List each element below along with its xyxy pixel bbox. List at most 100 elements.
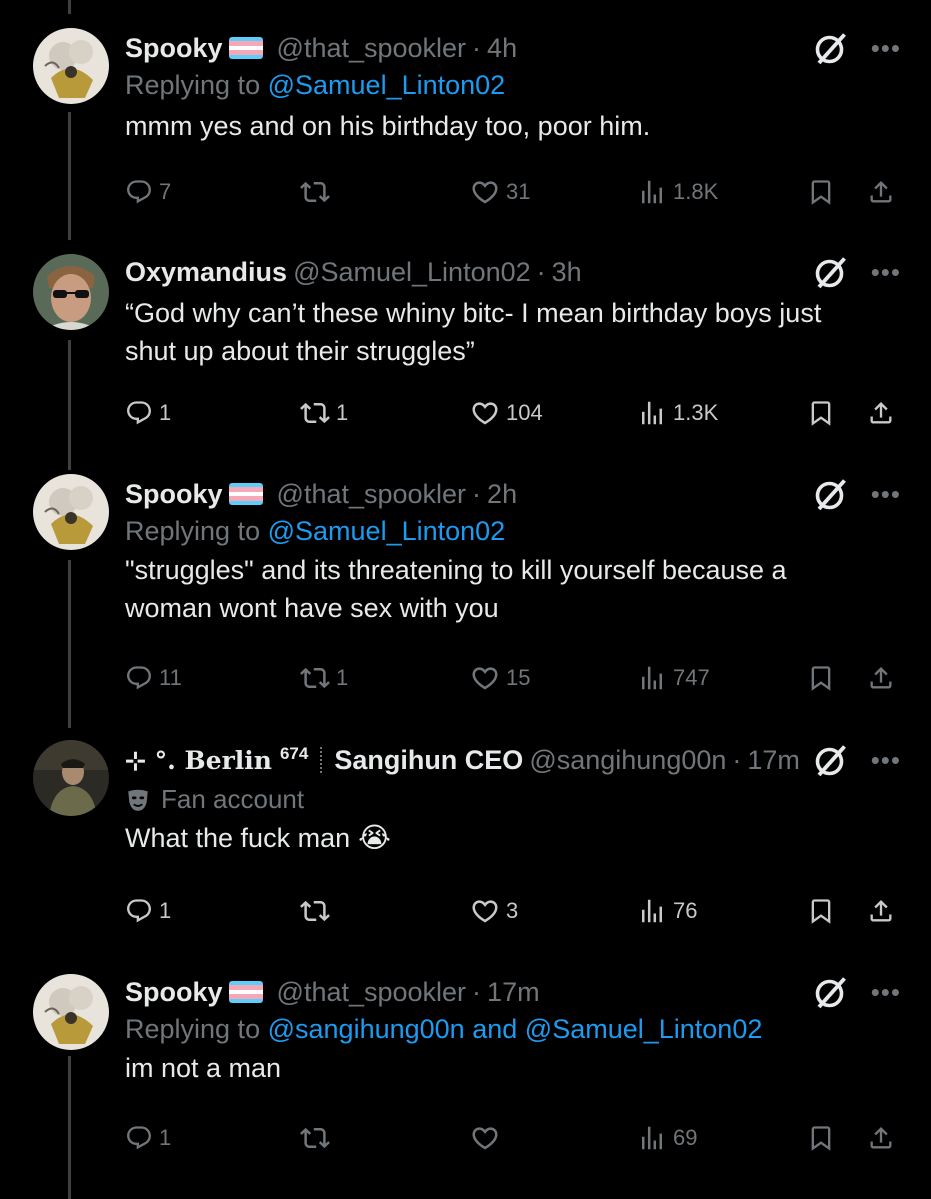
crying-face-emoji: 😭 bbox=[358, 822, 391, 853]
mention-link[interactable]: @Samuel_Linton02 bbox=[268, 516, 506, 546]
like-count: 31 bbox=[506, 179, 531, 204]
tweet-text: “God why can’t these whiny bitc- I mean … bbox=[125, 294, 901, 370]
avatar-image bbox=[33, 254, 109, 330]
bookmark-button[interactable] bbox=[807, 1118, 835, 1158]
display-name[interactable]: Spooky bbox=[125, 33, 223, 64]
views-button[interactable]: 1.8K bbox=[637, 172, 718, 212]
bookmark-button[interactable] bbox=[807, 393, 835, 433]
replying-to-and: and bbox=[472, 1014, 518, 1044]
display-name[interactable]: Sangihun CEO bbox=[334, 745, 523, 776]
grok-icon[interactable] bbox=[813, 30, 849, 66]
avatar-image bbox=[33, 740, 109, 816]
replying-to: Replying to @sangihung00n and @Samuel_Li… bbox=[125, 1014, 901, 1045]
handle[interactable]: @sangihung00n bbox=[529, 745, 726, 776]
handle[interactable]: @that_spookler bbox=[277, 977, 467, 1008]
avatar[interactable] bbox=[33, 474, 109, 550]
views-button[interactable]: 76 bbox=[637, 891, 697, 931]
like-count: 3 bbox=[506, 898, 519, 923]
display-name-prefix[interactable]: ⊹ °. Berlin bbox=[125, 746, 272, 775]
tweet[interactable]: Spooky @that_spookler · 4h ••• Replying … bbox=[0, 0, 931, 240]
views-button[interactable]: 1.3K bbox=[637, 393, 718, 433]
separator-dot: · bbox=[732, 744, 742, 775]
grok-icon[interactable] bbox=[813, 476, 849, 512]
tweet[interactable]: Spooky @that_spookler · 2h ••• Replying … bbox=[0, 470, 931, 730]
display-name[interactable]: Spooky bbox=[125, 479, 223, 510]
share-button[interactable] bbox=[867, 393, 895, 433]
reply-count: 1 bbox=[159, 400, 172, 425]
reply-button[interactable]: 1 bbox=[125, 393, 171, 433]
trans-flag-icon bbox=[228, 981, 263, 1003]
retweet-button[interactable] bbox=[300, 1118, 336, 1158]
handle[interactable]: @that_spookler bbox=[277, 479, 467, 510]
views-button[interactable]: 747 bbox=[637, 658, 710, 698]
replying-to-label: Replying to bbox=[125, 516, 261, 546]
timestamp[interactable]: 3h bbox=[552, 257, 582, 288]
avatar-image bbox=[33, 28, 109, 104]
like-count: 15 bbox=[506, 665, 531, 690]
retweet-button[interactable] bbox=[300, 891, 336, 931]
display-name[interactable]: Oxymandius bbox=[125, 257, 287, 288]
avatar[interactable] bbox=[33, 254, 109, 330]
tweet-text-line: “God why can’t these whiny bitc- I mean … bbox=[125, 298, 822, 328]
reply-button[interactable]: 11 bbox=[125, 658, 182, 698]
trans-flag-icon bbox=[228, 483, 263, 505]
reply-count: 1 bbox=[159, 898, 172, 923]
display-name[interactable]: Spooky bbox=[125, 977, 223, 1008]
grok-icon[interactable] bbox=[813, 974, 849, 1010]
views-button[interactable]: 69 bbox=[637, 1118, 697, 1158]
grok-icon[interactable] bbox=[813, 254, 849, 290]
mention-link[interactable]: @Samuel_Linton02 bbox=[525, 1014, 763, 1044]
tweet[interactable]: Oxymandius @Samuel_Linton02 · 3h ••• “Go… bbox=[0, 240, 931, 470]
mention-link[interactable]: @sangihung00n bbox=[268, 1014, 465, 1044]
replying-to-label: Replying to bbox=[125, 1014, 261, 1044]
share-button[interactable] bbox=[867, 172, 895, 212]
more-icon[interactable]: ••• bbox=[871, 977, 901, 1008]
reply-count: 1 bbox=[159, 1125, 172, 1150]
view-count: 76 bbox=[673, 898, 698, 923]
tweet-text: mmm yes and on his birthday too, poor hi… bbox=[125, 111, 651, 141]
avatar[interactable] bbox=[33, 974, 109, 1050]
timestamp[interactable]: 2h bbox=[487, 479, 517, 510]
more-icon[interactable]: ••• bbox=[871, 257, 901, 288]
like-button[interactable] bbox=[470, 1118, 506, 1158]
mention-link[interactable]: @Samuel_Linton02 bbox=[268, 70, 506, 100]
like-button[interactable]: 31 bbox=[470, 172, 530, 212]
bookmark-button[interactable] bbox=[807, 172, 835, 212]
retweet-button[interactable]: 1 bbox=[300, 658, 348, 698]
separator-dot: · bbox=[472, 478, 482, 509]
share-button[interactable] bbox=[867, 1118, 895, 1158]
tweet-text: What the fuck man 😭 bbox=[125, 819, 901, 857]
fan-account-text: Fan account bbox=[161, 784, 305, 814]
replying-to: Replying to @Samuel_Linton02 bbox=[125, 516, 901, 547]
bookmark-button[interactable] bbox=[807, 658, 835, 698]
retweet-count: 1 bbox=[336, 665, 349, 690]
handle[interactable]: @that_spookler bbox=[277, 33, 467, 64]
grok-icon[interactable] bbox=[813, 742, 849, 778]
like-button[interactable]: 3 bbox=[470, 891, 518, 931]
like-button[interactable]: 104 bbox=[470, 393, 543, 433]
bookmark-button[interactable] bbox=[807, 891, 835, 931]
reply-button[interactable]: 1 bbox=[125, 1118, 171, 1158]
retweet-button[interactable] bbox=[300, 172, 336, 212]
tweet[interactable]: Spooky @that_spookler · 17m ••• Replying… bbox=[0, 960, 931, 1199]
retweet-button[interactable]: 1 bbox=[300, 393, 348, 433]
separator-dot: · bbox=[472, 32, 482, 63]
avatar[interactable] bbox=[33, 28, 109, 104]
like-button[interactable]: 15 bbox=[470, 658, 530, 698]
avatar[interactable] bbox=[33, 740, 109, 816]
reply-button[interactable]: 1 bbox=[125, 891, 171, 931]
tweet-text: im not a man bbox=[125, 1053, 282, 1083]
view-count: 1.3K bbox=[673, 400, 719, 425]
share-button[interactable] bbox=[867, 658, 895, 698]
handle[interactable]: @Samuel_Linton02 bbox=[293, 257, 531, 288]
more-icon[interactable]: ••• bbox=[871, 33, 901, 64]
avatar-image bbox=[33, 474, 109, 550]
reply-button[interactable]: 7 bbox=[125, 172, 171, 212]
more-icon[interactable]: ••• bbox=[871, 479, 901, 510]
timestamp[interactable]: 17m bbox=[487, 977, 540, 1008]
timestamp[interactable]: 4h bbox=[487, 33, 517, 64]
timestamp[interactable]: 17m bbox=[747, 745, 800, 776]
more-icon[interactable]: ••• bbox=[871, 745, 901, 776]
tweet[interactable]: ⊹ °. Berlin 674 Sangihun CEO @sangihung0… bbox=[0, 730, 931, 960]
share-button[interactable] bbox=[867, 891, 895, 931]
